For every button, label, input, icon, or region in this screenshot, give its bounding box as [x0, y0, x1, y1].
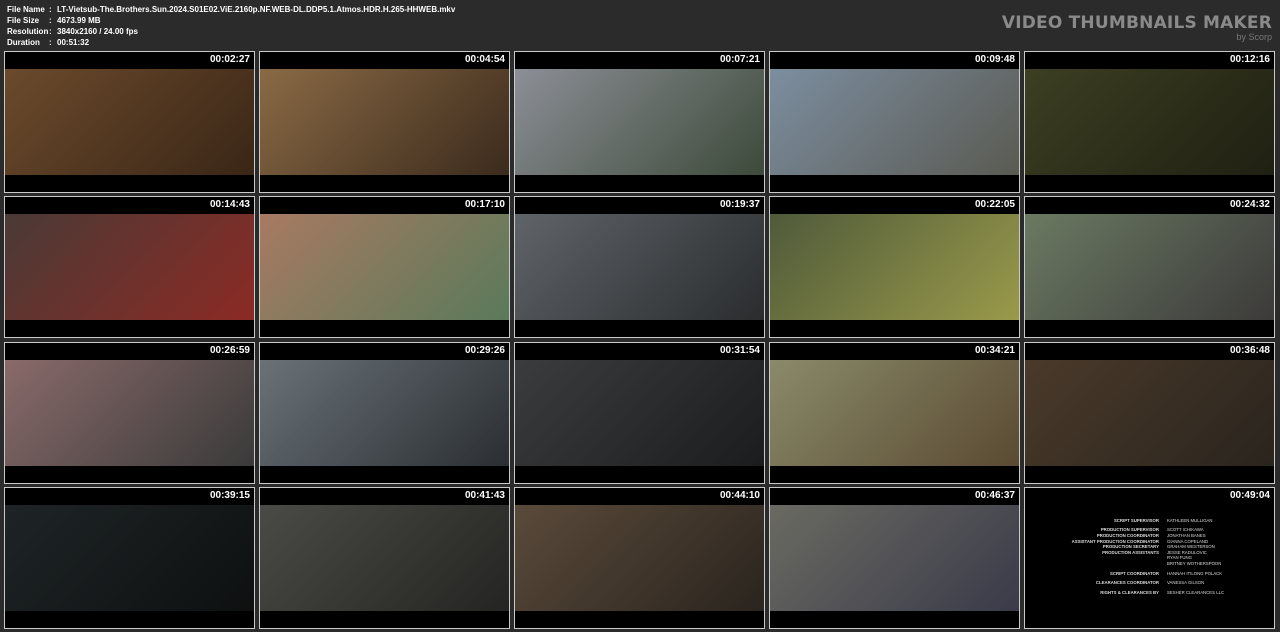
video-thumbnail[interactable]: SCRIPT SUPERVISOR KATHLEEN MULLIGAN PRODUC… [1024, 486, 1275, 629]
thumbnail-frame [5, 214, 254, 321]
video-thumbnail[interactable]: 00:04:54 [259, 51, 510, 193]
credit-name: SESHER CLEARANCES LLC [1167, 589, 1225, 595]
video-thumbnail[interactable]: 00:39:15 [4, 486, 255, 629]
video-thumbnail[interactable]: 00:31:54 [514, 341, 765, 484]
file-info-separator: : [49, 38, 52, 47]
brand-title: VIDEO THUMBNAILS MAKER [1001, 13, 1272, 33]
timestamp-label: 00:02:27 [209, 54, 250, 65]
thumbnail-frame [260, 69, 509, 175]
thumbnail-frame [5, 359, 254, 466]
credit-line: RIGHTS & CLEARANCES BY SESHER CLEARANCES … [1025, 590, 1274, 596]
thumbnail-frame [260, 504, 509, 611]
thumbnail-frame [5, 69, 254, 175]
video-thumbnail[interactable]: 00:36:48 [1024, 341, 1275, 484]
thumbnail-frame [770, 359, 1019, 466]
video-thumbnail[interactable]: 00:34:21 [769, 341, 1020, 484]
file-info-row: Duration:00:51:32 [7, 37, 455, 48]
thumbnail-frame [515, 504, 764, 611]
file-info-value: 00:51:32 [57, 38, 90, 47]
file-info-value: LT-Vietsub-The.Brothers.Sun.2024.S01E02.… [57, 5, 456, 14]
thumbnail-frame [515, 69, 764, 175]
video-thumbnail[interactable]: 00:14:43 [4, 196, 255, 339]
thumbnail-frame [5, 504, 254, 611]
video-thumbnail[interactable]: 00:46:37 [769, 486, 1020, 629]
credit-role: RIGHTS & CLEARANCES BY [1100, 589, 1159, 595]
thumbnail-frame [260, 359, 509, 466]
timestamp-label: 00:44:10 [719, 489, 760, 501]
file-info-key: File Name [7, 5, 45, 14]
credits-text: SCRIPT SUPERVISOR KATHLEEN MULLIGAN PRODUC… [1025, 518, 1274, 596]
file-info-separator: : [49, 27, 52, 36]
thumbnail-frame [1025, 69, 1274, 175]
video-thumbnail[interactable]: 00:19:37 [514, 196, 765, 339]
timestamp-label: 00:49:04 [1229, 489, 1270, 501]
thumbnail-frame [260, 214, 509, 321]
file-info-row: File Size:4673.99 MB [7, 15, 455, 26]
thumbnail-frame [770, 504, 1019, 611]
timestamp-label: 00:36:48 [1229, 344, 1270, 356]
video-thumbnail[interactable]: 00:02:27 [4, 51, 255, 193]
file-info-row: Resolution:3840x2160 / 24.00 fps [7, 26, 455, 37]
timestamp-label: 00:26:59 [209, 344, 250, 356]
file-info-row: File Name: LT-Vietsub-The.Brothers.Sun.20… [7, 4, 455, 15]
timestamp-label: 00:22:05 [974, 199, 1015, 211]
thumbnail-frame [515, 359, 764, 466]
file-info-value: 3840x2160 / 24.00 fps [57, 27, 138, 36]
thumbnail-frame [515, 214, 764, 321]
brand-watermark: VIDEO THUMBNAILS MAKER by Scorp [1002, 14, 1272, 42]
file-info-key: Duration [7, 38, 40, 47]
thumbnail-frame [1025, 359, 1274, 466]
timestamp-label: 00:31:54 [719, 344, 760, 356]
video-thumbnail[interactable]: 00:44:10 [514, 486, 765, 629]
brand-subtitle: by Scorp [1236, 32, 1272, 42]
video-thumbnail[interactable]: 00:41:43 [259, 486, 510, 629]
video-thumbnail[interactable]: 00:09:48 [769, 51, 1020, 193]
timestamp-label: 00:46:37 [974, 489, 1015, 501]
timestamp-label: 00:17:10 [464, 199, 505, 211]
video-thumbnail[interactable]: 00:26:59 [4, 341, 255, 484]
timestamp-label: 00:29:26 [464, 344, 505, 356]
file-info-separator: : [49, 16, 52, 25]
file-info-key: File Size [7, 16, 40, 25]
timestamp-label: 00:34:21 [974, 344, 1015, 356]
video-thumbnail[interactable]: 00:12:16 [1024, 51, 1275, 193]
file-info: File Name: LT-Vietsub-The.Brothers.Sun.20… [7, 4, 455, 48]
timestamp-label: 00:14:43 [209, 199, 250, 211]
file-info-separator: : [49, 5, 52, 14]
thumbnail-frame [770, 214, 1019, 321]
thumbnail-frame [1025, 214, 1274, 321]
timestamp-label: 00:07:21 [719, 54, 760, 65]
timestamp-label: 00:39:15 [209, 489, 250, 501]
timestamp-label: 00:19:37 [719, 199, 760, 211]
timestamp-label: 00:09:48 [974, 54, 1015, 65]
timestamp-label: 00:41:43 [464, 489, 505, 501]
file-info-key: Resolution [7, 27, 49, 36]
video-thumbnail[interactable]: 00:07:21 [514, 51, 765, 193]
file-info-value: 4673.99 MB [57, 16, 101, 25]
timestamp-label: 00:24:32 [1229, 199, 1270, 211]
timestamp-label: 00:04:54 [464, 54, 505, 65]
video-thumbnail[interactable]: 00:22:05 [769, 196, 1020, 339]
thumbnail-frame [770, 69, 1019, 175]
timestamp-label: 00:12:16 [1229, 54, 1270, 65]
video-thumbnail[interactable]: 00:24:32 [1024, 196, 1275, 339]
video-thumbnail[interactable]: 00:17:10 [259, 196, 510, 339]
video-thumbnail[interactable]: 00:29:26 [259, 341, 510, 484]
thumbnail-grid: 00:02:27 00:04:54 00:07:21 00:09:48 00:12:16… [4, 51, 1276, 629]
